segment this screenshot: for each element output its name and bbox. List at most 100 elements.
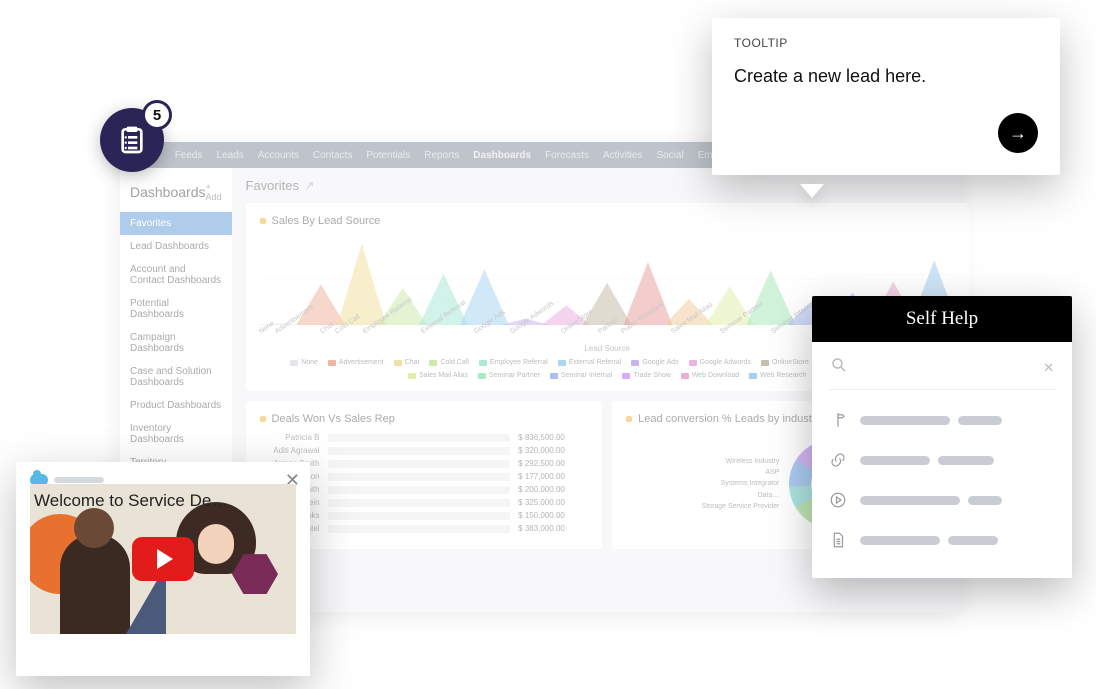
nav-activities[interactable]: Activities <box>603 150 642 161</box>
sidebar-item-account-contact[interactable]: Account and Contact Dashboards <box>120 258 232 292</box>
chart-peak <box>624 235 673 325</box>
donut-label: Wireless Industry <box>702 456 780 467</box>
hbar-value: $ 150,000.00 <box>518 511 588 520</box>
illustration-person <box>60 534 130 634</box>
self-help-title: Self Help <box>812 296 1072 342</box>
hbar-value: $ 320,000.00 <box>518 446 588 455</box>
legend-item: Web Research <box>749 372 806 379</box>
sidebar-item-potential[interactable]: Potential Dashboards <box>120 292 232 326</box>
donut-label: Data… <box>702 490 780 501</box>
welcome-title: Welcome to Service De… <box>30 490 296 512</box>
document-icon <box>828 531 848 549</box>
legend-item: Web Download <box>681 372 739 379</box>
sidebar-title: Dashboards <box>130 184 206 200</box>
hbar-track <box>328 525 511 533</box>
donut-label: Storage Service Provider <box>702 501 780 512</box>
chart-peak <box>583 235 632 325</box>
chart-peak <box>337 235 386 325</box>
chart-title: Deals Won Vs Sales Rep <box>260 413 589 425</box>
nav-potentials[interactable]: Potentials <box>366 150 410 161</box>
legend-item: Seminar Internal <box>550 372 612 379</box>
chart-peak <box>664 235 713 325</box>
page-title: Favorites ↗ <box>246 178 969 193</box>
task-list-badge[interactable]: 5 <box>100 108 164 172</box>
self-help-item-link[interactable] <box>828 440 1056 480</box>
play-circle-icon <box>828 491 848 509</box>
close-icon[interactable]: ✕ <box>1043 360 1054 376</box>
chart-peak <box>542 235 591 325</box>
legend-item: Cold Call <box>429 359 468 366</box>
chart-peak <box>296 235 345 325</box>
x-tick-label: Seminar Partner <box>719 300 765 335</box>
x-tick-label: Cold Call <box>334 313 361 335</box>
x-tick-label: Seminar Internal <box>770 300 816 335</box>
nav-accounts[interactable]: Accounts <box>258 150 299 161</box>
nav-reports[interactable]: Reports <box>424 150 459 161</box>
x-tick-label: Advertisement <box>274 304 315 335</box>
x-tick-label: None <box>258 320 276 335</box>
nav-leads[interactable]: Leads <box>216 150 243 161</box>
sidebar-item-lead[interactable]: Lead Dashboards <box>120 235 232 258</box>
tooltip-label: TOOLTIP <box>734 36 1038 50</box>
x-tick-label: External Referral <box>420 300 467 336</box>
self-help-item-guide[interactable] <box>828 400 1056 440</box>
legend-item: Chat <box>394 359 420 366</box>
self-help-item-doc[interactable] <box>828 520 1056 560</box>
brand-placeholder <box>54 477 104 483</box>
legend-item: Employee Referral <box>479 359 548 366</box>
x-tick-label: Sales Mail Alias <box>670 302 714 336</box>
hbar-value: $ 836,500.00 <box>518 433 588 442</box>
legend-item: None <box>290 359 318 366</box>
chart-peak <box>746 235 795 325</box>
self-help-search[interactable]: ✕ <box>828 352 1056 390</box>
play-icon <box>132 537 194 581</box>
x-tick-label: Public Relations <box>620 301 665 336</box>
sidebar-item-favorites[interactable]: Favorites <box>120 212 232 235</box>
chart-peak <box>501 235 550 325</box>
nav-forecasts[interactable]: Forecasts <box>545 150 589 161</box>
hbar-track <box>328 473 511 481</box>
sidebar-item-case-solution[interactable]: Case and Solution Dashboards <box>120 360 232 394</box>
welcome-video-card: ✕ Welcome to Service De… <box>16 462 310 676</box>
chart-peak <box>460 235 509 325</box>
x-tick-label: Employee Referral <box>362 296 414 335</box>
hbar-row: Aditi Agrawal $ 320,000.00 <box>260 446 589 455</box>
nav-dashboards[interactable]: Dashboards <box>473 150 531 161</box>
chart-peak <box>419 235 468 325</box>
tooltip-next-button[interactable]: → <box>998 113 1038 153</box>
self-help-item-video[interactable] <box>828 480 1056 520</box>
tooltip-card: TOOLTIP Create a new lead here. → <box>712 18 1060 175</box>
add-dashboard-button[interactable]: + Add <box>206 182 222 202</box>
hbar-value: $ 177,000.00 <box>518 472 588 481</box>
nav-feeds[interactable]: Feeds <box>175 150 203 161</box>
task-count-badge: 5 <box>142 100 172 130</box>
hbar-track <box>328 486 511 494</box>
self-help-panel: Self Help ✕ <box>812 296 1072 578</box>
sidebar-item-campaign[interactable]: Campaign Dashboards <box>120 326 232 360</box>
sidebar-item-inventory[interactable]: Inventory Dashboards <box>120 417 232 451</box>
hbar-row: Patricia B $ 836,500.00 <box>260 433 589 442</box>
donut-labels: Wireless IndustryASPSystems IntegratorDa… <box>702 456 780 512</box>
open-external-icon[interactable]: ↗ <box>305 179 314 192</box>
donut-label: ASP <box>702 467 780 478</box>
link-icon <box>828 451 848 469</box>
chart-peak <box>705 235 754 325</box>
legend-item: Seminar Partner <box>478 372 540 379</box>
nav-contacts[interactable]: Contacts <box>313 150 352 161</box>
tooltip-body: Create a new lead here. <box>734 66 1038 87</box>
chart-title: Sales By Lead Source <box>260 215 955 227</box>
hbar-name: Aditi Agrawal <box>260 446 320 455</box>
tooltip-pointer <box>800 184 824 198</box>
hbar-track <box>328 447 511 455</box>
x-tick-label: Partner <box>597 316 620 335</box>
hbar-name: Patricia B <box>260 433 320 442</box>
hbar-track <box>328 499 511 507</box>
sidebar-item-product[interactable]: Product Dashboards <box>120 394 232 417</box>
legend-item: Trade Show <box>622 372 670 379</box>
hbar-track <box>328 434 511 442</box>
legend-item: OnlineStore <box>761 359 809 366</box>
nav-social[interactable]: Social <box>656 150 683 161</box>
illustration-person-face <box>198 524 234 564</box>
hbar-value: $ 325,000.00 <box>518 498 588 507</box>
arrow-right-icon: → <box>1009 123 1027 144</box>
